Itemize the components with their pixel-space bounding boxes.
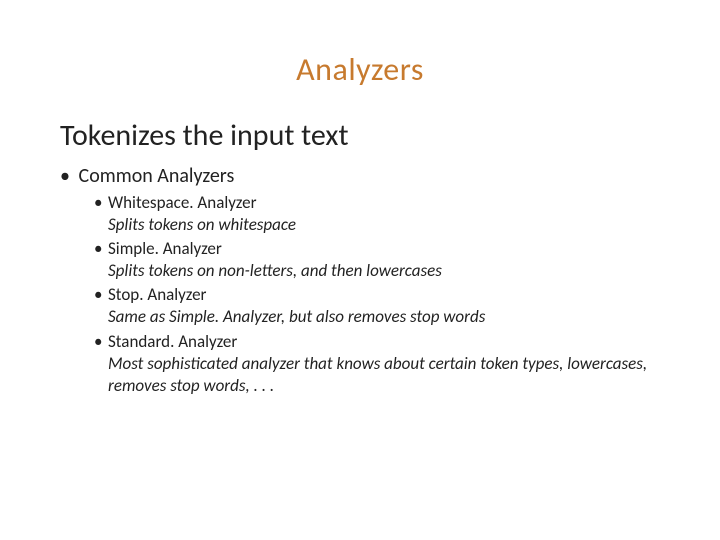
analyzer-item: Standard. Analyzer Most sophisticated an…: [94, 331, 660, 397]
analyzer-desc: Splits tokens on whitespace: [108, 214, 660, 236]
section-label: Common Analyzers: [79, 164, 235, 188]
section-item: Common Analyzers Whitespace. Analyzer Sp…: [60, 164, 660, 397]
analyzer-name: Stop. Analyzer: [108, 284, 206, 305]
slide-title: Analyzers: [60, 50, 660, 89]
analyzer-name: Whitespace. Analyzer: [108, 192, 257, 213]
level1-list: Common Analyzers Whitespace. Analyzer Sp…: [60, 164, 660, 397]
analyzer-name: Standard. Analyzer: [108, 331, 237, 352]
level2-list: Whitespace. Analyzer Splits tokens on wh…: [60, 192, 660, 397]
analyzer-item: Whitespace. Analyzer Splits tokens on wh…: [94, 192, 660, 236]
analyzer-desc: Most sophisticated analyzer that knows a…: [108, 353, 660, 397]
analyzer-item: Simple. Analyzer Splits tokens on non-le…: [94, 238, 660, 282]
slide: Analyzers Tokenizes the input text Commo…: [0, 0, 720, 540]
analyzer-name: Simple. Analyzer: [108, 238, 222, 259]
slide-subheading: Tokenizes the input text: [60, 117, 660, 154]
analyzer-desc: Same as Simple. Analyzer, but also remov…: [108, 306, 660, 328]
analyzer-item: Stop. Analyzer Same as Simple. Analyzer,…: [94, 284, 660, 328]
analyzer-desc: Splits tokens on non-letters, and then l…: [108, 260, 660, 282]
